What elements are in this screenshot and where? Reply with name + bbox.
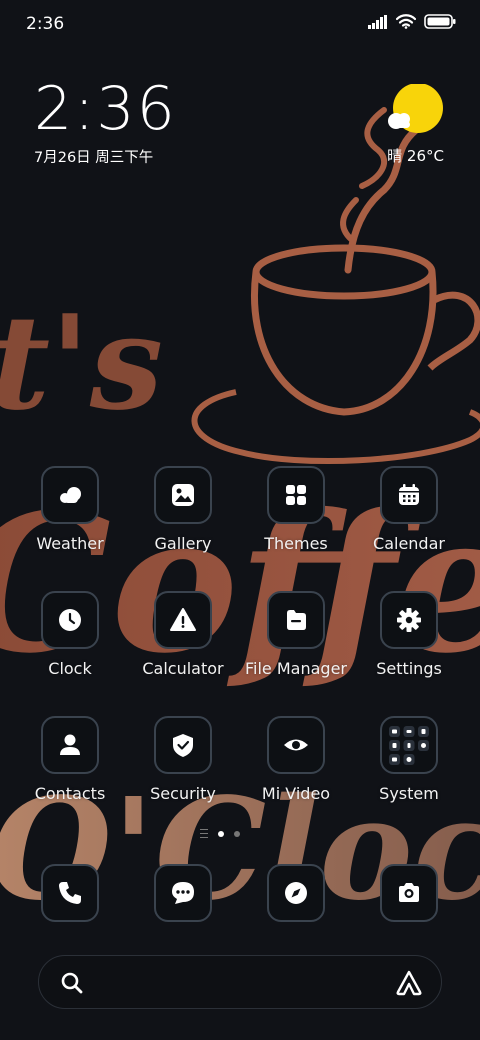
- app-label: Clock: [48, 659, 92, 678]
- app-label: Weather: [36, 534, 104, 553]
- app-drawer-indicator[interactable]: [200, 829, 208, 838]
- wifi-icon: [396, 14, 416, 29]
- contacts-icon: [41, 716, 99, 774]
- security-icon: [154, 716, 212, 774]
- messaging-icon: [154, 864, 212, 922]
- page-indicator: [200, 829, 240, 838]
- camera-icon: [380, 864, 438, 922]
- search-icon[interactable]: [59, 970, 85, 996]
- mi-video-icon: [267, 716, 325, 774]
- app-label: Settings: [376, 659, 442, 678]
- app-label: Gallery: [154, 534, 212, 553]
- dock-messaging[interactable]: [127, 864, 239, 922]
- battery-icon: [424, 14, 456, 29]
- calculator-icon: [154, 591, 212, 649]
- app-calculator[interactable]: Calculator: [127, 591, 239, 678]
- status-time: 2:36: [26, 14, 65, 34]
- app-settings[interactable]: Settings: [353, 591, 465, 678]
- themes-icon: [267, 466, 325, 524]
- app-gallery[interactable]: Gallery: [127, 466, 239, 553]
- page-dot: [234, 830, 240, 837]
- app-label: Calculator: [142, 659, 224, 678]
- app-label: Calendar: [373, 534, 445, 553]
- weather-widget[interactable]: 晴 26°C: [354, 84, 444, 169]
- sunny-icon: [388, 84, 443, 133]
- app-system-folder[interactable]: System: [353, 716, 465, 803]
- widget-date: 7月26日 周三下午: [34, 150, 154, 166]
- system-folder-icon: [380, 716, 438, 774]
- app-label: Themes: [264, 534, 328, 553]
- app-weather[interactable]: Weather: [14, 466, 126, 553]
- phone-icon: [41, 864, 99, 922]
- file-manager-icon: [267, 591, 325, 649]
- signal-icon: [368, 14, 387, 29]
- app-label: Mi Video: [261, 784, 331, 803]
- status-bar: 2:36: [0, 0, 480, 50]
- assistant-icon[interactable]: [393, 968, 425, 998]
- app-label: File Manager: [245, 659, 347, 678]
- app-themes[interactable]: Themes: [240, 466, 352, 553]
- app-label: Contacts: [34, 784, 106, 803]
- search-input[interactable]: [99, 968, 373, 1000]
- search-bar[interactable]: [38, 955, 442, 1009]
- gallery-icon: [154, 466, 212, 524]
- app-label: System: [379, 784, 439, 803]
- weather-text: 晴 26°C: [387, 147, 444, 165]
- browser-icon: [267, 864, 325, 922]
- wallpaper-word-1: t's: [0, 286, 163, 439]
- dock-phone[interactable]: [14, 864, 126, 922]
- app-label: Security: [150, 784, 216, 803]
- app-mi-video[interactable]: Mi Video: [240, 716, 352, 803]
- dock-camera[interactable]: [353, 864, 465, 922]
- app-file-manager[interactable]: File Manager: [240, 591, 352, 678]
- app-clock[interactable]: Clock: [14, 591, 126, 678]
- status-icons: [368, 14, 456, 29]
- app-contacts[interactable]: Contacts: [14, 716, 126, 803]
- clock-icon: [41, 591, 99, 649]
- weather-icon: [41, 466, 99, 524]
- app-calendar[interactable]: Calendar: [353, 466, 465, 553]
- calendar-icon: [380, 466, 438, 524]
- dock-browser[interactable]: [240, 864, 352, 922]
- widget-time: 2:36: [34, 74, 177, 144]
- settings-icon: [380, 591, 438, 649]
- app-security[interactable]: Security: [127, 716, 239, 803]
- page-dot-active: [218, 830, 224, 837]
- clock-widget[interactable]: 2:36 7月26日 周三下午: [34, 78, 177, 167]
